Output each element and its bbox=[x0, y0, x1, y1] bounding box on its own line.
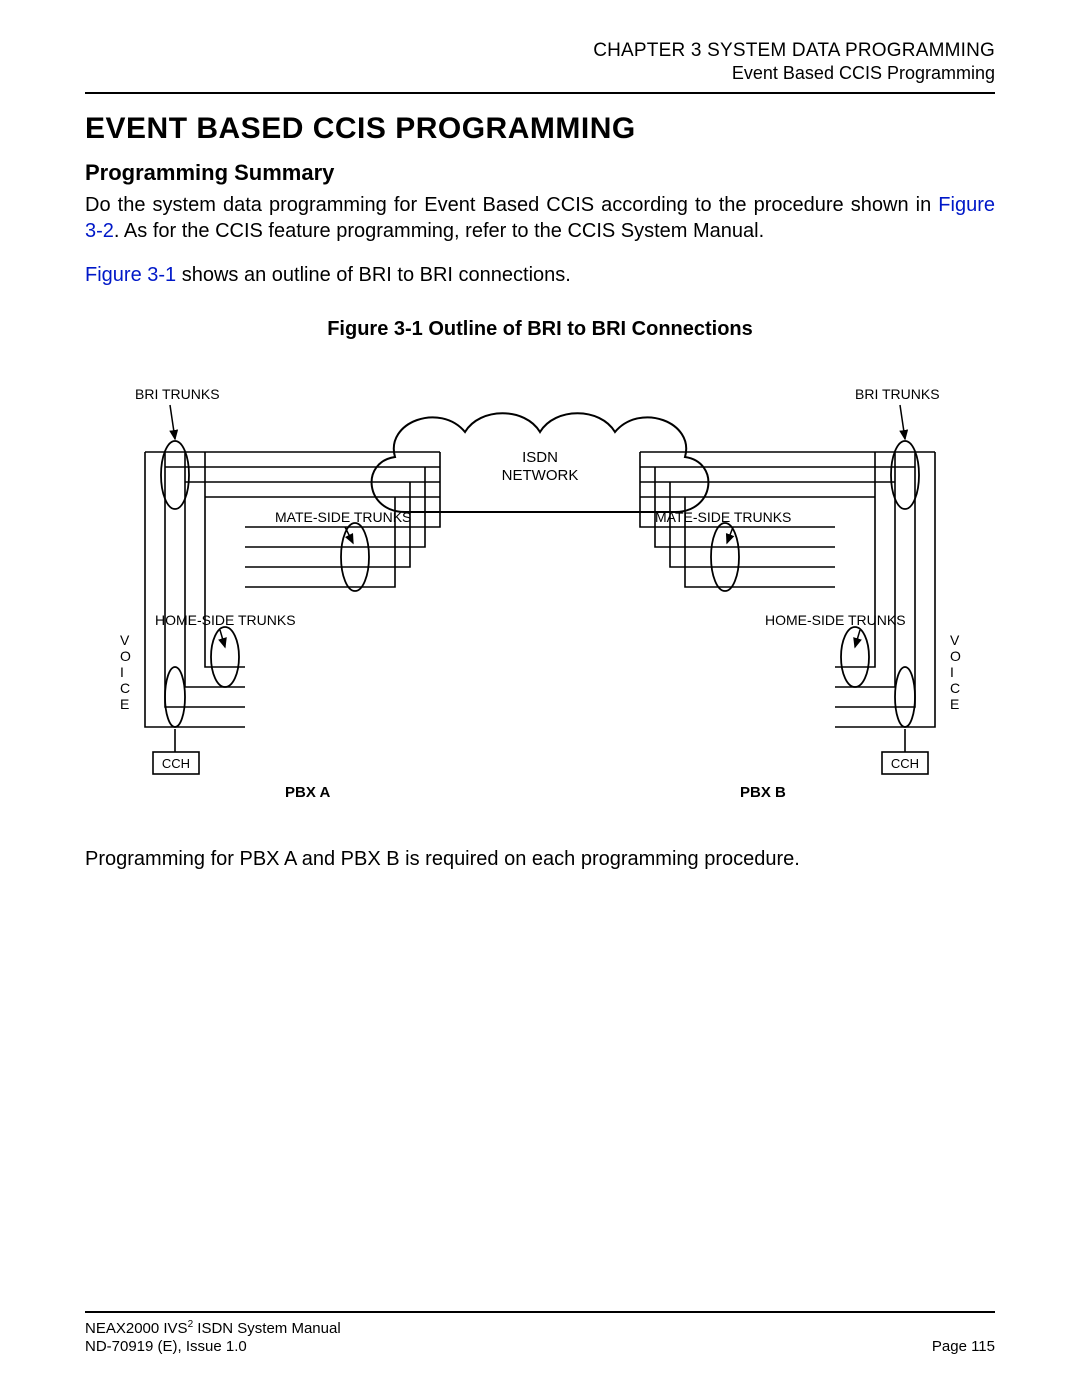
svg-text:O: O bbox=[950, 648, 961, 664]
isdn-label-1: ISDN bbox=[522, 449, 558, 466]
svg-text:E: E bbox=[120, 696, 129, 712]
home-right-label: HOME-SIDE TRUNKS bbox=[765, 612, 906, 628]
paragraph-1: Do the system data programming for Event… bbox=[85, 192, 995, 244]
page-footer: NEAX2000 IVS2 ISDN System Manual ND-7091… bbox=[85, 1303, 995, 1358]
para2-text: shows an outline of BRI to BRI connectio… bbox=[176, 264, 571, 286]
mate-left-label: MATE-SIDE TRUNKS bbox=[275, 509, 411, 525]
footer-page-number: Page 115 bbox=[932, 1338, 995, 1357]
home-left-label: HOME-SIDE TRUNKS bbox=[155, 612, 296, 628]
header-section: Event Based CCIS Programming bbox=[85, 63, 995, 85]
header-rule bbox=[85, 92, 995, 94]
bri-connections-diagram: ISDN NETWORK bbox=[85, 357, 995, 817]
footer-product-a: NEAX2000 IVS bbox=[85, 1320, 188, 1337]
header-chapter: CHAPTER 3 SYSTEM DATA PROGRAMMING bbox=[85, 40, 995, 63]
arrow-home-left bbox=[220, 630, 225, 647]
cch-right: CCH bbox=[882, 729, 928, 774]
diagram: ISDN NETWORK bbox=[85, 357, 995, 822]
arrow-mate-right bbox=[727, 527, 733, 543]
arrow-mate-left bbox=[345, 527, 353, 543]
bri-trunks-left-label: BRI TRUNKS bbox=[135, 386, 220, 402]
footer-product-b: ISDN System Manual bbox=[193, 1320, 341, 1337]
bri-trunks-right-label: BRI TRUNKS bbox=[855, 386, 940, 402]
arrow-bri-left bbox=[170, 405, 175, 439]
svg-text:CCH: CCH bbox=[891, 756, 919, 771]
svg-text:I: I bbox=[950, 664, 954, 680]
pbx-b-label: PBX B bbox=[740, 784, 786, 801]
svg-text:V: V bbox=[950, 632, 960, 648]
voice-right-label: VOICE bbox=[950, 632, 961, 712]
svg-text:O: O bbox=[120, 648, 131, 664]
document-page: CHAPTER 3 SYSTEM DATA PROGRAMMING Event … bbox=[0, 0, 1080, 1397]
para1-text-b: . As for the CCIS feature programming, r… bbox=[114, 220, 764, 242]
page-title: EVENT BASED CCIS PROGRAMMING bbox=[85, 112, 995, 146]
arrow-bri-right bbox=[900, 405, 905, 439]
para1-text-a: Do the system data programming for Event… bbox=[85, 194, 938, 216]
figure-3-1-link[interactable]: Figure 3-1 bbox=[85, 264, 176, 286]
figure-caption: Figure 3-1 Outline of BRI to BRI Connect… bbox=[85, 318, 995, 341]
page-header: CHAPTER 3 SYSTEM DATA PROGRAMMING Event … bbox=[85, 40, 995, 84]
section-subtitle: Programming Summary bbox=[85, 160, 995, 186]
paragraph-3: Programming for PBX A and PBX B is requi… bbox=[85, 846, 995, 872]
isdn-label-2: NETWORK bbox=[502, 467, 579, 484]
svg-text:CCH: CCH bbox=[162, 756, 190, 771]
mate-right-label: MATE-SIDE TRUNKS bbox=[655, 509, 791, 525]
svg-text:E: E bbox=[950, 696, 959, 712]
cch-left: CCH bbox=[153, 729, 199, 774]
svg-text:C: C bbox=[950, 680, 960, 696]
paragraph-2: Figure 3-1 shows an outline of BRI to BR… bbox=[85, 262, 995, 288]
pbx-a-label: PBX A bbox=[285, 784, 330, 801]
svg-text:V: V bbox=[120, 632, 130, 648]
svg-text:I: I bbox=[120, 664, 124, 680]
footer-left: NEAX2000 IVS2 ISDN System Manual ND-7091… bbox=[85, 1319, 341, 1358]
footer-docid: ND-70919 (E), Issue 1.0 bbox=[85, 1338, 247, 1355]
svg-text:C: C bbox=[120, 680, 130, 696]
voice-left-label: VOICE bbox=[120, 632, 131, 712]
arrow-home-right bbox=[855, 630, 860, 647]
